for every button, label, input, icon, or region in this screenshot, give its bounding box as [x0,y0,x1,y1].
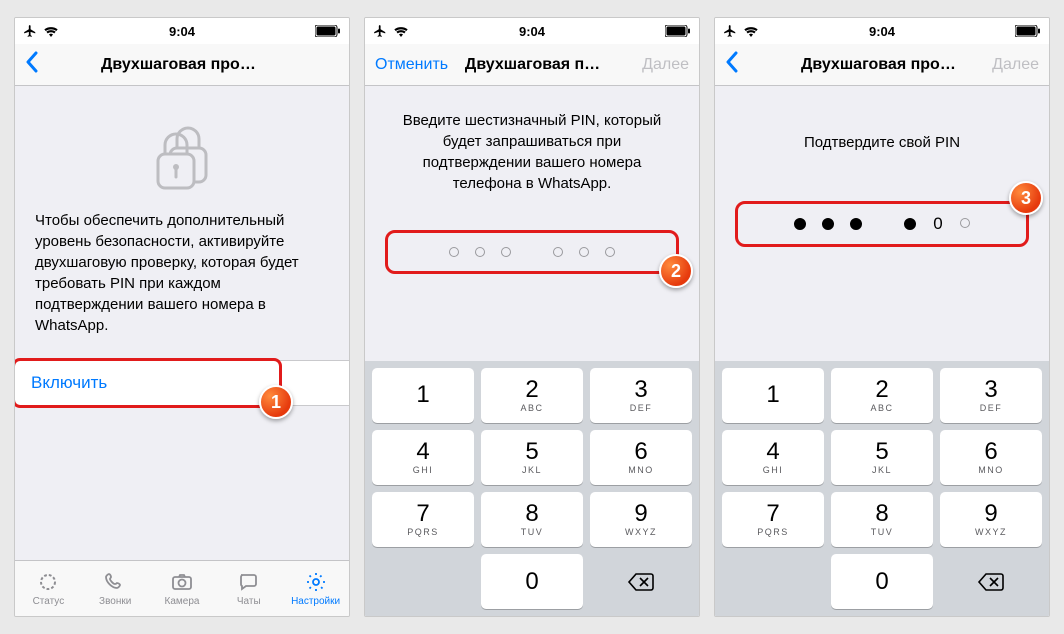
pin-dot [904,218,916,230]
status-time: 9:04 [15,24,349,39]
key-8[interactable]: 8TUV [831,492,933,547]
nav-title: Двухшаговая проверка [97,56,267,74]
pin-dot [794,218,806,230]
key-1[interactable]: 1 [722,368,824,423]
key-3[interactable]: 3DEF [940,368,1042,423]
nav-bar: Двухшаговая проверка [15,44,349,86]
step-badge-1: 1 [259,385,293,419]
chat-icon [237,570,261,594]
enable-button[interactable]: Включить 1 [15,360,349,406]
gear-icon [304,570,328,594]
pin-dot [501,247,511,257]
key-3[interactable]: 3DEF [590,368,692,423]
pin-entry[interactable]: 2 [385,230,679,274]
description-text: Введите шестизначный PIN, который будет … [365,86,699,230]
next-button[interactable]: Далее [967,56,1039,74]
tab-settings[interactable]: Настройки [282,561,349,616]
tab-label: Настройки [291,596,340,607]
key-6[interactable]: 6MNO [590,430,692,485]
key-6[interactable]: 6MNO [940,430,1042,485]
phone-icon [103,570,127,594]
phone-screen-3: 9:04 Двухшаговая проверка Далее Подтверд… [714,17,1050,617]
phone-screen-1: 9:04 Двухшаговая проверка [14,17,350,617]
highlight-box-2: 2 [385,230,679,274]
pin-dot [822,218,834,230]
pin-entry[interactable]: 0 3 [735,201,1029,247]
pin-dot [960,218,970,228]
back-button[interactable] [725,51,797,78]
cancel-button[interactable]: Отменить [375,56,448,74]
tab-label: Статус [33,596,65,607]
next-button[interactable]: Далее [617,56,689,74]
status-time: 9:04 [365,24,699,39]
pin-visible-digit: 0 [932,218,944,230]
nav-bar: Отменить Двухшаговая п… Далее [365,44,699,86]
pin-dot [579,247,589,257]
camera-icon [170,570,194,594]
highlight-box-3: 0 3 [735,201,1029,247]
nav-title: Двухшаговая проверка [797,56,967,74]
key-1[interactable]: 1 [372,368,474,423]
key-backspace[interactable] [940,554,1042,609]
pin-dot [553,247,563,257]
pin-dot [850,218,862,230]
key-0[interactable]: 0 [831,554,933,609]
pin-dot [475,247,485,257]
chevron-left-icon [725,51,738,78]
tab-camera[interactable]: Камера [149,561,216,616]
tab-label: Чаты [237,596,261,607]
lock-illustration [15,86,349,210]
key-blank [722,554,824,609]
status-bar: 9:04 [15,18,349,44]
enable-label: Включить [31,373,107,392]
step-badge-2: 2 [659,254,693,288]
status-bar: 9:04 [365,18,699,44]
tab-label: Звонки [99,596,131,607]
numeric-keypad: 1 2ABC 3DEF 4GHI 5JKL 6MNO 7PQRS 8TUV 9W… [715,361,1049,616]
key-4[interactable]: 4GHI [372,430,474,485]
pin-dot [449,247,459,257]
key-blank [372,554,474,609]
key-8[interactable]: 8TUV [481,492,583,547]
numeric-keypad: 1 2ABC 3DEF 4GHI 5JKL 6MNO 7PQRS 8TUV 9W… [365,361,699,616]
chevron-left-icon [25,51,38,78]
nav-title: Двухшаговая п… [448,56,617,74]
step-badge-3: 3 [1009,181,1043,215]
tab-status[interactable]: Статус [15,561,82,616]
status-icon [36,570,60,594]
key-9[interactable]: 9WXYZ [590,492,692,547]
key-5[interactable]: 5JKL [831,430,933,485]
key-5[interactable]: 5JKL [481,430,583,485]
pin-dot [605,247,615,257]
description-text: Подтвердите свой PIN [715,86,1049,201]
description-text: Чтобы обеспечить дополнительный уровень … [15,210,349,360]
nav-bar: Двухшаговая проверка Далее [715,44,1049,86]
key-4[interactable]: 4GHI [722,430,824,485]
backspace-icon [977,572,1005,592]
key-2[interactable]: 2ABC [831,368,933,423]
status-time: 9:04 [715,24,1049,39]
tab-chats[interactable]: Чаты [215,561,282,616]
tab-calls[interactable]: Звонки [82,561,149,616]
key-7[interactable]: 7PQRS [372,492,474,547]
status-bar: 9:04 [715,18,1049,44]
key-2[interactable]: 2ABC [481,368,583,423]
key-7[interactable]: 7PQRS [722,492,824,547]
back-button[interactable] [25,51,97,78]
tab-bar: Статус Звонки Камера Чаты Настройки [15,560,349,616]
tab-label: Камера [165,596,200,607]
key-backspace[interactable] [590,554,692,609]
key-0[interactable]: 0 [481,554,583,609]
key-9[interactable]: 9WXYZ [940,492,1042,547]
phone-screen-2: 9:04 Отменить Двухшаговая п… Далее Введи… [364,17,700,617]
backspace-icon [627,572,655,592]
